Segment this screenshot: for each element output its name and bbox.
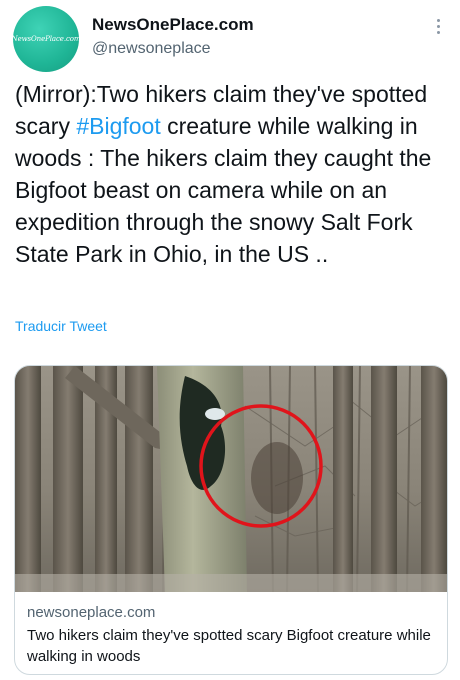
card-title: Two hikers claim they've spotted scary B… — [27, 627, 431, 665]
translate-tweet-link[interactable]: Traducir Tweet — [15, 318, 107, 334]
more-vertical-icon-dot — [436, 30, 440, 34]
more-vertical-icon-dot — [436, 18, 440, 22]
more-vertical-icon-dot — [436, 24, 440, 28]
card-domain: newsoneplace.com — [27, 604, 156, 621]
user-handle[interactable]: @newsoneplace — [92, 39, 254, 59]
avatar-logo-text: NewsOnePlace.com — [13, 35, 79, 43]
more-options-button[interactable] — [432, 14, 444, 38]
tweet-text: (Mirror):Two hikers claim they've spotte… — [15, 78, 447, 270]
card-meta: newsoneplace.com Two hikers claim they'v… — [27, 603, 437, 667]
link-card[interactable]: newsoneplace.com Two hikers claim they'v… — [14, 365, 448, 675]
card-image — [15, 366, 447, 592]
hashtag-link[interactable]: #Bigfoot — [76, 113, 160, 139]
tweet-author: NewsOnePlace.com @newsoneplace — [92, 15, 254, 59]
tweet: NewsOnePlace.com NewsOnePlace.com @newso… — [0, 0, 460, 680]
display-name[interactable]: NewsOnePlace.com — [92, 15, 254, 35]
avatar[interactable]: NewsOnePlace.com — [13, 6, 79, 72]
